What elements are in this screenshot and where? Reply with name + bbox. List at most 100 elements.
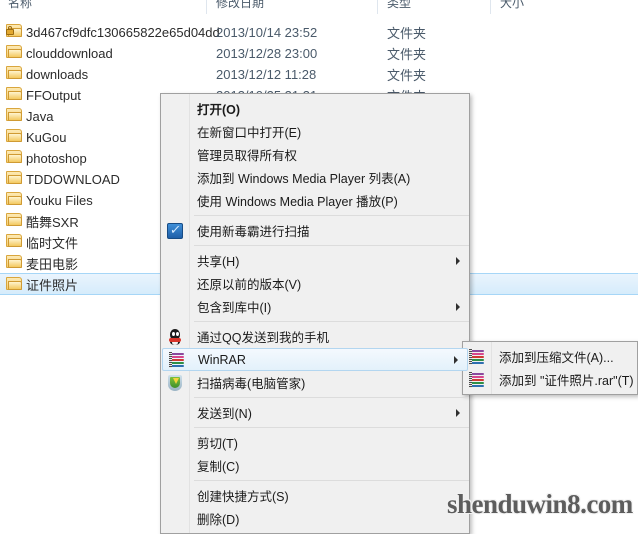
- menu-item-1[interactable]: 在新窗口中打开(E): [161, 120, 469, 143]
- submenu-item-1[interactable]: 添加到 "证件照片.rar"(T): [463, 368, 637, 391]
- menu-item-18[interactable]: 剪切(T): [161, 431, 469, 454]
- menu-item-label: WinRAR: [198, 352, 246, 367]
- winrar-icon: [169, 351, 185, 368]
- file-date-cell: 2013/12/12 11:28: [216, 66, 317, 82]
- winrar-submenu-items[interactable]: 添加到压缩文件(A)... 添加到 "证件照片.rar"(T): [463, 345, 637, 391]
- menu-item-12[interactable]: 通过QQ发送到我的手机: [161, 325, 469, 348]
- menu-separator: [194, 397, 469, 398]
- folder-icon: [6, 255, 22, 270]
- menu-separator: [194, 215, 469, 216]
- table-row[interactable]: downloads 2013/12/12 11:28 文件夹: [0, 63, 638, 85]
- file-date-cell: 2013/12/28 23:00: [216, 45, 318, 61]
- file-name-cell[interactable]: 证件照片: [26, 275, 78, 294]
- submenu-item-label: 添加到 "证件照片.rar"(T): [499, 374, 634, 388]
- menu-item-label: 添加到 Windows Media Player 列表(A): [197, 172, 411, 186]
- winrar-submenu[interactable]: 添加到压缩文件(A)... 添加到 "证件照片.rar"(T): [462, 341, 638, 395]
- column-header-3[interactable]: 大小: [500, 0, 524, 11]
- menu-item-22[interactable]: 删除(D): [161, 507, 469, 530]
- folder-icon: [6, 171, 22, 186]
- column-divider[interactable]: [377, 0, 378, 14]
- menu-separator: [194, 427, 469, 428]
- menu-item-9[interactable]: 还原以前的版本(V): [161, 272, 469, 295]
- menu-item-label: 包含到库中(I): [197, 301, 272, 315]
- table-row[interactable]: clouddownload 2013/12/28 23:00 文件夹: [0, 42, 638, 64]
- file-name-cell[interactable]: 麦田电影: [26, 254, 78, 273]
- menu-item-2[interactable]: 管理员取得所有权: [161, 143, 469, 166]
- site-watermark: shenduwin8.com: [447, 489, 633, 519]
- folder-icon: [6, 129, 22, 144]
- menu-item-14[interactable]: 扫描病毒(电脑管家): [161, 371, 469, 394]
- qq-penguin-icon: [167, 328, 183, 345]
- menu-item-10[interactable]: 包含到库中(I): [161, 295, 469, 318]
- menu-item-13[interactable]: WinRAR: [162, 348, 468, 371]
- file-name-cell[interactable]: downloads: [26, 67, 88, 82]
- file-name-cell[interactable]: TDDOWNLOAD: [26, 172, 120, 187]
- folder-icon: [6, 192, 22, 207]
- menu-item-16[interactable]: 发送到(N): [161, 401, 469, 424]
- file-name-cell[interactable]: KuGou: [26, 130, 66, 145]
- column-header-row[interactable]: 名称 修改日期 类型 大小: [0, 0, 638, 14]
- folder-icon: [6, 108, 22, 123]
- folder-icon: [6, 234, 22, 249]
- folder-icon: [6, 277, 22, 292]
- file-name-cell[interactable]: clouddownload: [26, 46, 113, 61]
- folder-icon: [6, 66, 22, 81]
- column-header-1[interactable]: 修改日期: [216, 0, 264, 11]
- menu-item-label: 使用 Windows Media Player 播放(P): [197, 195, 398, 209]
- file-name-cell[interactable]: Java: [26, 109, 53, 124]
- file-date-cell: 2013/10/14 23:52: [216, 24, 318, 40]
- folder-icon: [6, 213, 22, 228]
- column-header-0[interactable]: 名称: [8, 0, 32, 11]
- table-row[interactable]: 3d467cf9dfc130665822e65d04dd 2013/10/14 2…: [0, 21, 638, 43]
- menu-item-label: 删除(D): [197, 513, 240, 527]
- menu-item-label: 发送到(N): [197, 407, 252, 421]
- column-header-2[interactable]: 类型: [387, 0, 411, 11]
- kingsoft-antivirus-icon: [167, 222, 183, 239]
- pc-manager-shield-icon: [167, 374, 183, 391]
- file-name-cell[interactable]: Youku Files: [26, 193, 93, 208]
- file-name-cell[interactable]: 3d467cf9dfc130665822e65d04dd: [26, 25, 220, 40]
- menu-item-3[interactable]: 添加到 Windows Media Player 列表(A): [161, 166, 469, 189]
- file-type-cell: 文件夹: [387, 67, 427, 83]
- folder-locked-icon: [6, 24, 22, 39]
- chevron-right-icon: [456, 408, 460, 417]
- submenu-item-0[interactable]: 添加到压缩文件(A)...: [463, 345, 637, 368]
- chevron-right-icon: [456, 302, 460, 311]
- file-name-cell[interactable]: photoshop: [26, 151, 87, 166]
- context-menu-items[interactable]: 打开(O) 在新窗口中打开(E) 管理员取得所有权添加到 Windows Media…: [161, 97, 469, 530]
- folder-icon: [6, 150, 22, 165]
- menu-item-21[interactable]: 创建快捷方式(S): [161, 484, 469, 507]
- file-name-cell[interactable]: FFOutput: [26, 88, 81, 103]
- folder-icon: [6, 45, 22, 60]
- menu-separator: [194, 245, 469, 246]
- winrar-icon: [469, 348, 485, 365]
- column-divider[interactable]: [490, 0, 491, 14]
- menu-item-0[interactable]: 打开(O): [161, 97, 469, 120]
- context-menu[interactable]: 打开(O) 在新窗口中打开(E) 管理员取得所有权添加到 Windows Media…: [160, 93, 470, 534]
- menu-item-label: 复制(C): [197, 460, 240, 474]
- winrar-icon: [469, 371, 485, 388]
- menu-item-label: 还原以前的版本(V): [197, 278, 302, 292]
- menu-item-label: 创建快捷方式(S): [197, 490, 289, 504]
- menu-item-6[interactable]: 使用新毒霸进行扫描: [161, 219, 469, 242]
- menu-bottom-padding: [161, 530, 469, 533]
- menu-item-4[interactable]: 使用 Windows Media Player 播放(P): [161, 189, 469, 212]
- menu-item-19[interactable]: 复制(C): [161, 454, 469, 477]
- file-type-cell: 文件夹: [387, 25, 427, 41]
- column-divider[interactable]: [206, 0, 207, 14]
- menu-item-label: 管理员取得所有权: [197, 149, 298, 163]
- menu-item-label: 通过QQ发送到我的手机: [197, 331, 329, 345]
- chevron-right-icon: [454, 355, 458, 364]
- file-type-cell: 文件夹: [387, 46, 427, 62]
- menu-separator: [194, 480, 469, 481]
- explorer-window: 名称 修改日期 类型 大小 3d467cf9dfc130665822e65d04dd 2…: [0, 0, 638, 534]
- menu-item-label: 使用新毒霸进行扫描: [197, 225, 310, 239]
- file-name-cell[interactable]: 酷舞SXR: [26, 212, 79, 231]
- menu-item-8[interactable]: 共享(H): [161, 249, 469, 272]
- menu-item-label: 剪切(T): [197, 437, 238, 451]
- menu-item-label: 在新窗口中打开(E): [197, 126, 302, 140]
- file-name-cell[interactable]: 临时文件: [26, 233, 78, 252]
- chevron-right-icon: [456, 256, 460, 265]
- menu-item-label: 共享(H): [197, 255, 240, 269]
- folder-icon: [6, 87, 22, 102]
